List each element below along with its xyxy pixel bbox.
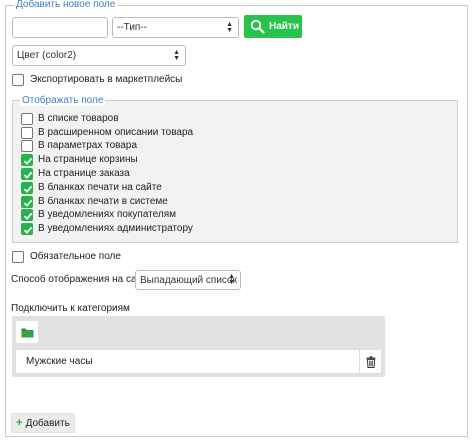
display-label-notify-admin: В уведомлениях администратору — [38, 223, 193, 234]
category-name: Мужские часы — [26, 356, 93, 367]
remove-category-button[interactable] — [359, 350, 381, 373]
required-checkbox[interactable] — [12, 251, 24, 263]
display-checkbox-print-site[interactable] — [21, 182, 33, 194]
display-checkbox-description[interactable] — [21, 127, 33, 139]
display-mode-value: Выпадающий список — [140, 274, 237, 286]
export-label: Экспортировать в маркетплейсы — [30, 74, 183, 85]
type-select-value: --Тип-- — [117, 22, 147, 33]
color-select[interactable]: Цвет (color2) ▲ ▼ — [12, 45, 186, 66]
add-button[interactable]: + Добавить — [11, 413, 75, 433]
export-checkbox[interactable] — [12, 74, 24, 86]
category-row: Мужские часы — [15, 349, 382, 374]
checkmark-icon — [23, 157, 33, 165]
display-legend: Отображать поле — [20, 95, 106, 106]
type-select[interactable]: --Тип-- ▲ ▼ — [112, 17, 239, 38]
chevron-updown-icon: ▲ ▼ — [173, 48, 180, 62]
required-label: Обязательное поле — [30, 251, 121, 262]
field-name-input[interactable] — [12, 17, 108, 38]
display-checkbox-notify-admin[interactable] — [21, 223, 33, 235]
chevron-updown-icon: ▲ ▼ — [228, 273, 235, 286]
display-label-print-system: В бланках печати в системе — [38, 196, 168, 207]
display-label-params: В параметрах товара — [38, 140, 138, 151]
display-label-order: На странице заказа — [38, 168, 130, 179]
checkmark-icon — [23, 171, 33, 179]
display-mode-label: Способ отображения на сайте — [11, 274, 153, 285]
chevron-updown-icon: ▲ ▼ — [226, 20, 233, 34]
plus-icon: + — [16, 417, 23, 429]
checkmark-icon — [23, 212, 33, 220]
checkmark-icon — [23, 226, 33, 234]
display-label-list: В списке товаров — [38, 113, 119, 124]
color-select-value: Цвет (color2) — [17, 50, 77, 61]
display-checkbox-list[interactable] — [21, 113, 33, 125]
display-checkbox-order[interactable] — [21, 168, 33, 180]
find-button[interactable]: Найти — [244, 15, 302, 38]
add-button-label: Добавить — [25, 417, 70, 429]
add-category-button[interactable] — [16, 321, 38, 343]
display-checkbox-notify-customers[interactable] — [21, 209, 33, 221]
find-button-label: Найти — [269, 21, 299, 32]
search-icon — [250, 19, 265, 34]
display-checkbox-print-system[interactable] — [21, 196, 33, 208]
checkmark-icon — [23, 199, 33, 207]
display-label-notify-customers: В уведомлениях покупателям — [38, 209, 177, 220]
display-mode-select[interactable]: Выпадающий список ▲ ▼ — [135, 270, 241, 290]
trash-icon — [366, 355, 375, 368]
add-field-legend: Добавить новое поле — [14, 0, 118, 10]
display-label-description: В расширенном описании товара — [38, 127, 194, 138]
display-checkbox-cart[interactable] — [21, 154, 33, 166]
folder-icon — [21, 328, 33, 337]
display-checkbox-params[interactable] — [21, 140, 33, 152]
display-label-print-site: В бланках печати на сайте — [38, 182, 162, 193]
checkmark-icon — [23, 185, 33, 193]
categories-label: Подключить к категориям — [11, 303, 130, 314]
display-label-cart: На странице корзины — [38, 154, 138, 165]
